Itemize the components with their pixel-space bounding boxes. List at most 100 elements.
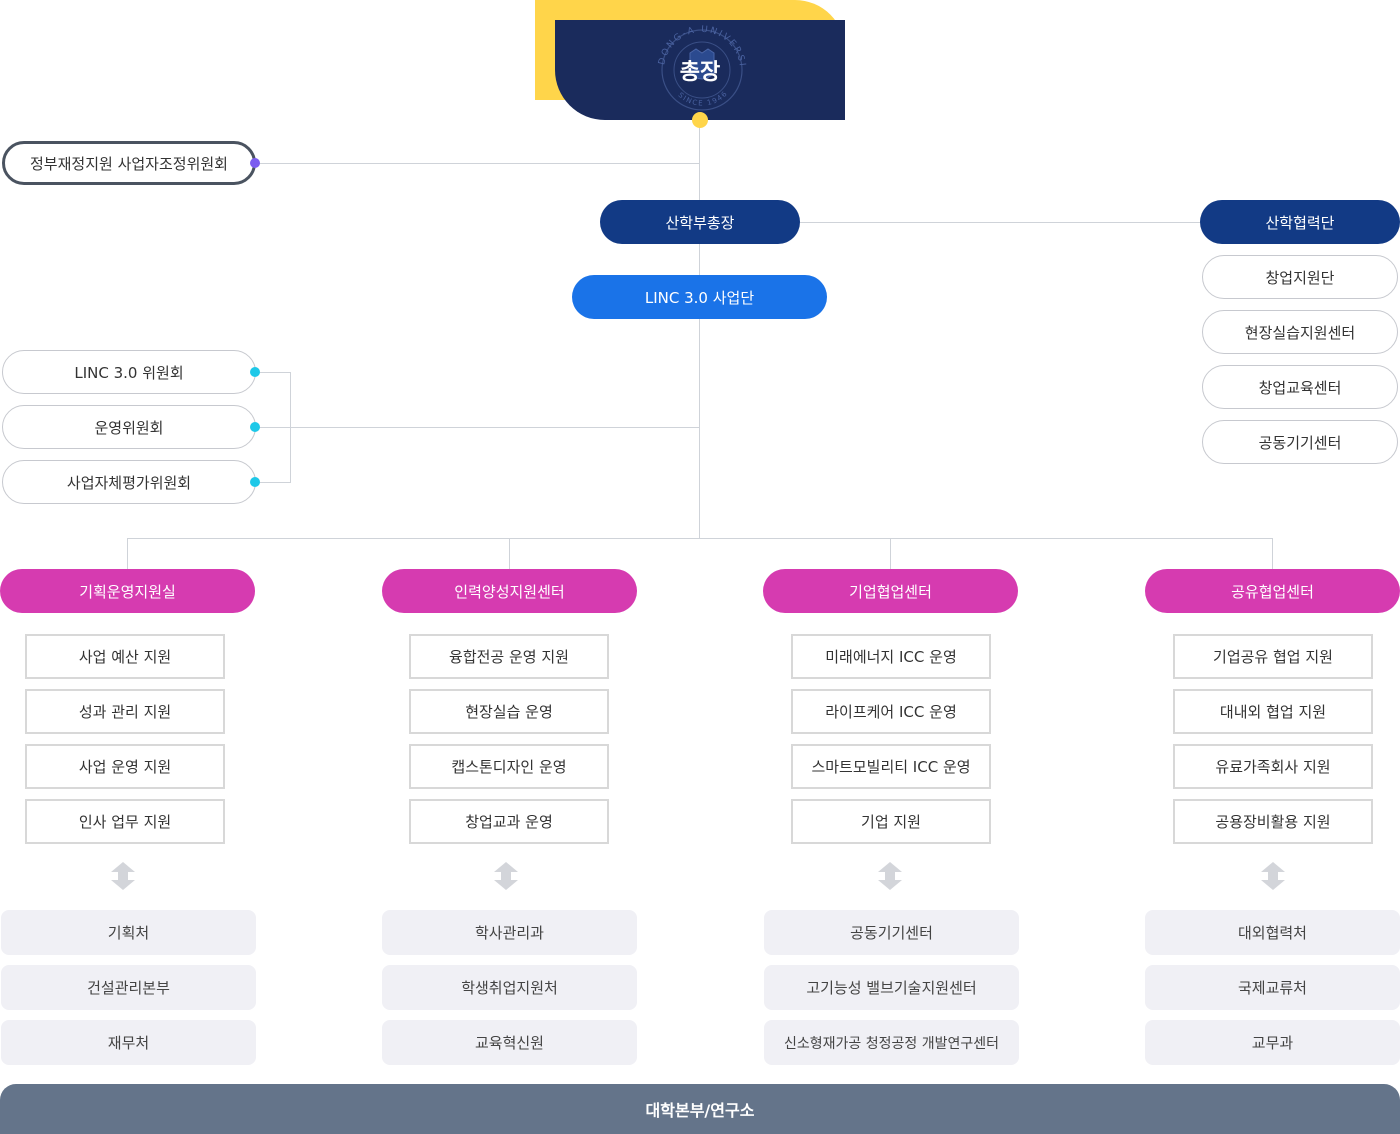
- partner-label: 신소형재가공 청정공정 개발연구센터: [784, 1035, 999, 1052]
- connector-committees-bracket: [258, 482, 290, 483]
- committee-government-dot: [250, 158, 260, 168]
- task-box: 대내외 협업 지원: [1173, 689, 1373, 734]
- committee-item: LINC 3.0 위원회: [2, 350, 256, 394]
- task-label: 기업공유 협업 지원: [1213, 648, 1333, 666]
- vice-president-label: 산학부총장: [665, 213, 735, 232]
- task-box: 사업 예산 지원: [25, 634, 225, 679]
- connector-committees: [258, 427, 700, 428]
- industry-item: 공동기기센터: [1202, 420, 1398, 464]
- footer-bar: 대학본부/연구소: [0, 1084, 1400, 1134]
- linc-label: LINC 3.0 사업단: [644, 288, 755, 307]
- partner-label: 고기능성 밸브기술지원센터: [806, 979, 977, 997]
- partner-label: 대외협력처: [1237, 924, 1307, 942]
- center-title-label: 공유협업센터: [1231, 582, 1314, 601]
- partner-label: 교육혁신원: [474, 1034, 544, 1052]
- industry-item-label: 공동기기센터: [1258, 433, 1342, 452]
- partner-box: 교무과: [1145, 1020, 1400, 1065]
- double-arrow-icon: [111, 862, 135, 890]
- committee-dot: [250, 422, 260, 432]
- task-box: 융합전공 운영 지원: [409, 634, 609, 679]
- task-box: 현장실습 운영: [409, 689, 609, 734]
- partner-label: 학사관리과: [474, 924, 544, 942]
- task-box: 창업교과 운영: [409, 799, 609, 844]
- double-arrow-icon: [878, 862, 902, 890]
- president-label: 총장: [679, 60, 721, 85]
- task-box: 스마트모빌리티 ICC 운영: [791, 744, 991, 789]
- task-box: 성과 관리 지원: [25, 689, 225, 734]
- task-label: 인사 업무 지원: [78, 813, 172, 831]
- connector-center-1: [127, 538, 128, 570]
- task-box: 기업 지원: [791, 799, 991, 844]
- connector-main-vertical: [699, 120, 700, 538]
- task-label: 융합전공 운영 지원: [449, 648, 569, 666]
- task-box: 라이프케어 ICC 운영: [791, 689, 991, 734]
- industry-item: 창업지원단: [1202, 255, 1398, 299]
- connector-center-4: [1272, 538, 1273, 570]
- footer-label: 대학본부/연구소: [645, 1101, 755, 1120]
- task-box: 유료가족회사 지원: [1173, 744, 1373, 789]
- partner-box: 건설관리본부: [1, 965, 256, 1010]
- partner-box: 신소형재가공 청정공정 개발연구센터: [764, 1020, 1019, 1065]
- task-label: 사업 예산 지원: [78, 648, 172, 666]
- partner-box: 고기능성 밸브기술지원센터: [764, 965, 1019, 1010]
- partner-box: 학생취업지원처: [382, 965, 637, 1010]
- industry-item-label: 현장실습지원센터: [1244, 323, 1356, 342]
- task-box: 기업공유 협업 지원: [1173, 634, 1373, 679]
- task-label: 현장실습 운영: [465, 703, 553, 721]
- industry-item-label: 창업교육센터: [1258, 378, 1342, 397]
- center-title: 기획운영지원실: [0, 569, 255, 613]
- partner-box: 대외협력처: [1145, 910, 1400, 955]
- committee-government-label: 정부재정지원 사업자조정위원회: [30, 154, 228, 173]
- center-title: 기업협업센터: [763, 569, 1018, 613]
- committee-label: LINC 3.0 위원회: [74, 363, 184, 382]
- committee-item: 사업자체평가위원회: [2, 460, 256, 504]
- committee-label: 사업자체평가위원회: [66, 473, 192, 492]
- partner-label: 학생취업지원처: [461, 979, 558, 997]
- committee-government-box: 정부재정지원 사업자조정위원회: [2, 141, 256, 185]
- industry-item-label: 창업지원단: [1265, 268, 1335, 287]
- connector-center-3: [890, 538, 891, 570]
- task-box: 캡스톤디자인 운영: [409, 744, 609, 789]
- task-label: 창업교과 운영: [465, 813, 553, 831]
- task-box: 공용장비활용 지원: [1173, 799, 1373, 844]
- task-label: 캡스톤디자인 운영: [451, 758, 567, 776]
- partner-label: 재무처: [107, 1034, 150, 1052]
- center-title: 공유협업센터: [1145, 569, 1400, 613]
- industry-item: 현장실습지원센터: [1202, 310, 1398, 354]
- task-label: 미래에너지 ICC 운영: [825, 648, 957, 666]
- committee-label: 운영위원회: [94, 418, 164, 437]
- task-box: 인사 업무 지원: [25, 799, 225, 844]
- industry-group-title: 산학협력단: [1200, 200, 1400, 244]
- center-title-label: 기업협업센터: [849, 582, 932, 601]
- center-title: 인력양성지원센터: [382, 569, 637, 613]
- committee-dot: [250, 477, 260, 487]
- partner-label: 공동기기센터: [850, 924, 933, 942]
- center-title-label: 인력양성지원센터: [454, 582, 565, 601]
- connector-committee-top: [258, 163, 700, 164]
- task-label: 기업 지원: [861, 813, 921, 831]
- task-box: 미래에너지 ICC 운영: [791, 634, 991, 679]
- double-arrow-icon: [494, 862, 518, 890]
- connector-center-2: [509, 538, 510, 570]
- industry-group-label: 산학협력단: [1265, 213, 1335, 232]
- task-label: 스마트모빌리티 ICC 운영: [811, 758, 971, 776]
- partner-box: 기획처: [1, 910, 256, 955]
- partner-label: 건설관리본부: [87, 979, 170, 997]
- partner-label: 기획처: [107, 924, 150, 942]
- partner-label: 교무과: [1251, 1034, 1294, 1052]
- center-title-label: 기획운영지원실: [79, 582, 176, 601]
- task-label: 유료가족회사 지원: [1215, 758, 1331, 776]
- connector-centers-horizontal: [127, 538, 1273, 539]
- connector-committees-bracket: [258, 372, 290, 373]
- task-label: 대내외 협업 지원: [1219, 703, 1327, 721]
- partner-box: 국제교류처: [1145, 965, 1400, 1010]
- partner-label: 국제교류처: [1237, 979, 1307, 997]
- partner-box: 공동기기센터: [764, 910, 1019, 955]
- committee-dot: [250, 367, 260, 377]
- linc-box: LINC 3.0 사업단: [572, 275, 827, 319]
- task-label: 라이프케어 ICC 운영: [825, 703, 957, 721]
- task-label: 사업 운영 지원: [78, 758, 172, 776]
- task-label: 성과 관리 지원: [78, 703, 172, 721]
- double-arrow-icon: [1261, 862, 1285, 890]
- committee-item: 운영위원회: [2, 405, 256, 449]
